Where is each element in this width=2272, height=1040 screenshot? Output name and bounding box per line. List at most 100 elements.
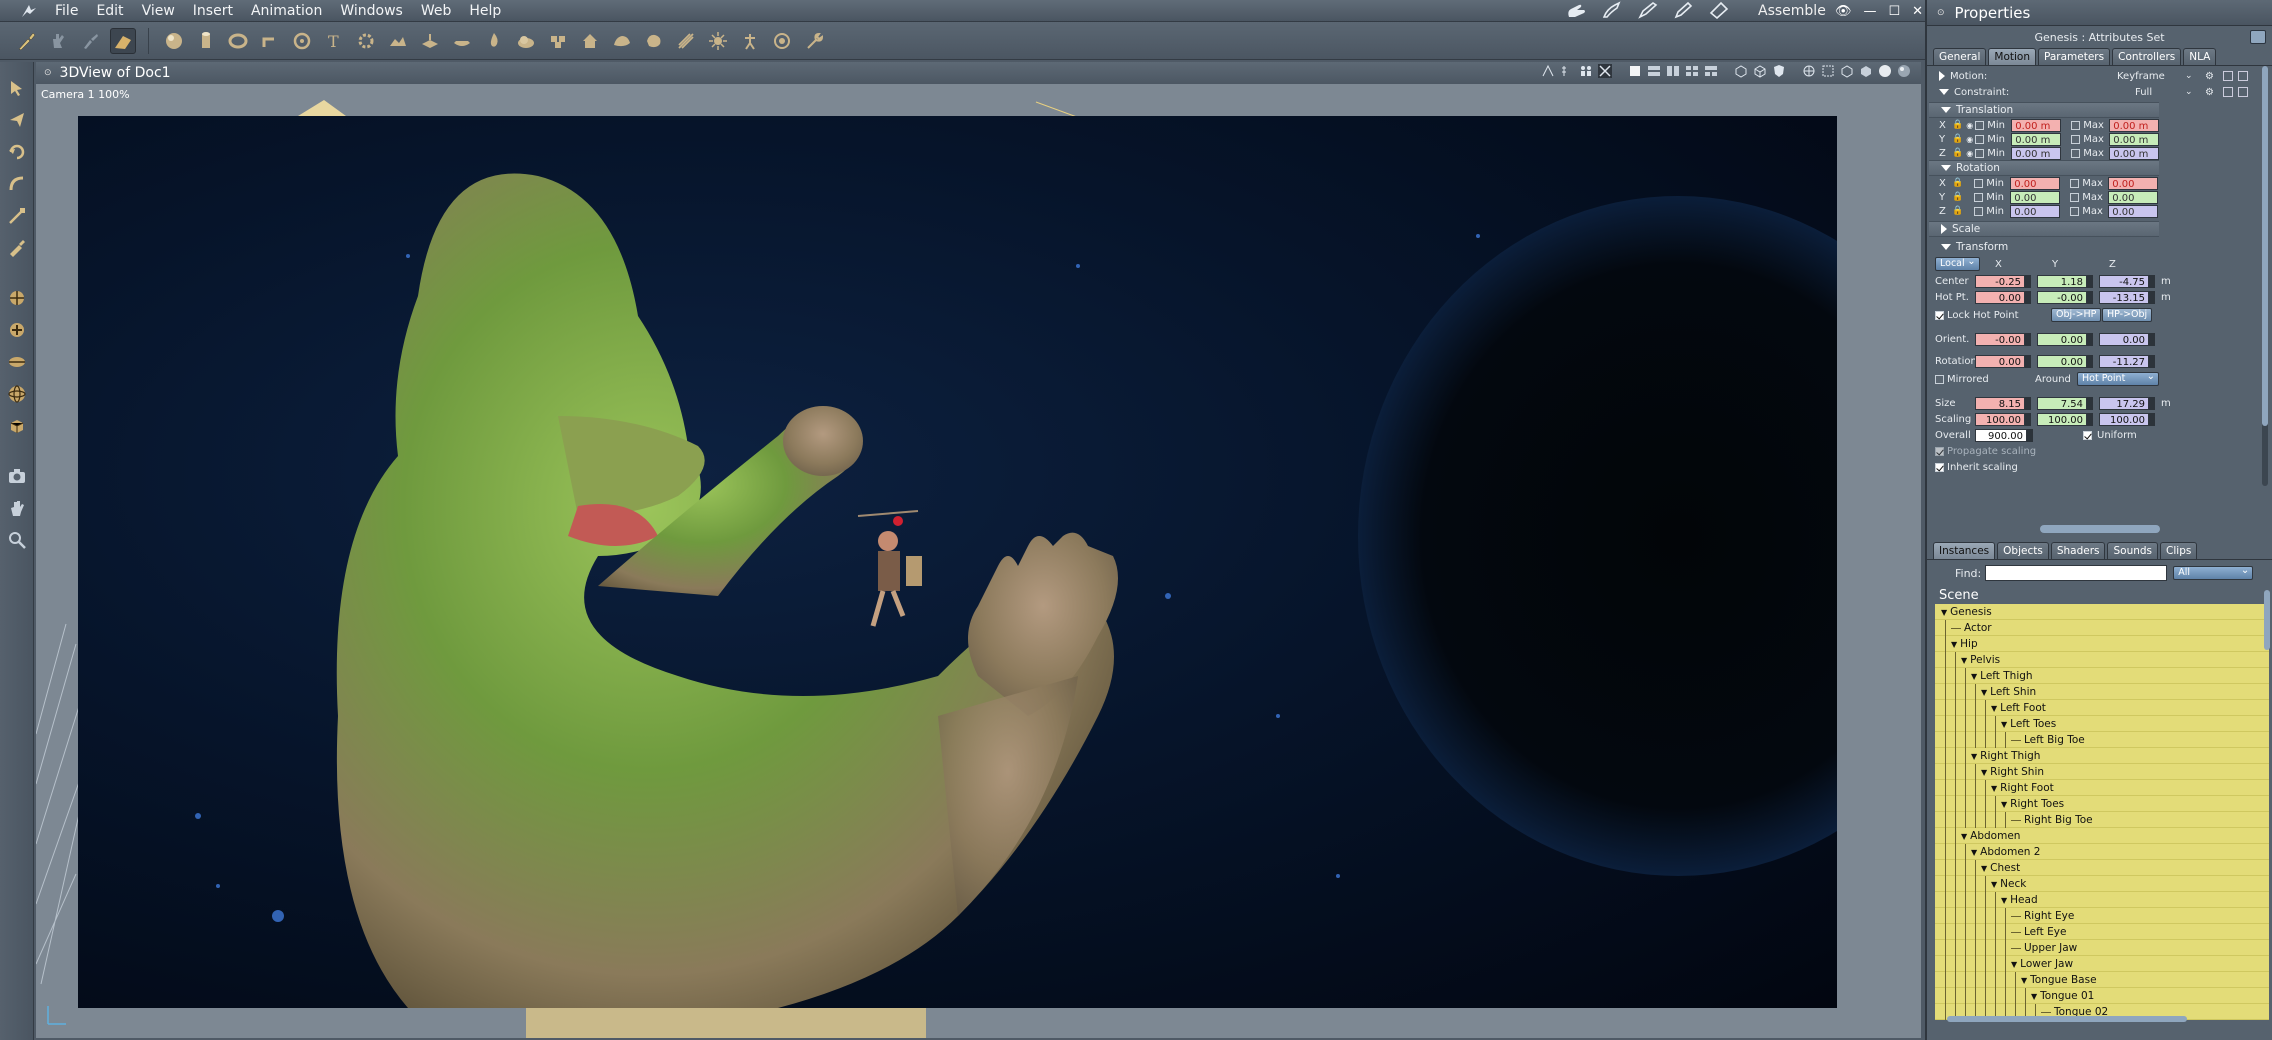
spinner[interactable] (2087, 290, 2093, 304)
eye-toggle-icon[interactable]: ◉ (1966, 149, 1973, 158)
splitter-handle[interactable] (2039, 525, 2160, 533)
cube-view-icon[interactable] (3, 412, 31, 440)
constraint-copy-icon[interactable] (2223, 87, 2233, 97)
motion-dropdown-icon[interactable]: ⌄ (2185, 71, 2193, 81)
move-xy-icon[interactable] (3, 284, 31, 312)
translation-section[interactable]: Translation (1929, 102, 2159, 118)
ring-icon[interactable] (289, 28, 315, 54)
maximize-icon[interactable]: ☐ (1889, 4, 1901, 19)
metaball-icon[interactable] (641, 28, 667, 54)
scaling-y-field[interactable]: 100.00 (2037, 412, 2087, 426)
cloud-icon[interactable] (513, 28, 539, 54)
tab-parameters[interactable]: Parameters (2038, 48, 2111, 65)
brush-icon[interactable] (1601, 0, 1623, 22)
menu-help[interactable]: Help (460, 0, 510, 22)
size-x-field[interactable]: 8.15 (1975, 396, 2025, 410)
text-icon[interactable]: T (321, 28, 347, 54)
motion-copy-icon[interactable] (2223, 71, 2233, 81)
grab-hand-icon[interactable] (46, 28, 72, 54)
tree-item[interactable]: ▼ Left Foot (1935, 700, 2269, 716)
menu-web[interactable]: Web (412, 0, 461, 22)
close-dot-icon[interactable]: ⊙ (44, 68, 52, 78)
spinner[interactable] (2149, 290, 2155, 304)
app-logo-icon[interactable] (18, 0, 40, 22)
scale-section[interactable]: Scale (1929, 221, 2159, 237)
tree-item[interactable]: ▼ Right Foot (1935, 780, 2269, 796)
hotpt-z-field[interactable]: -13.15 (2099, 290, 2149, 304)
tree-item[interactable]: ▼ Right Shin (1935, 764, 2269, 780)
center-x-field[interactable]: -0.25 (1975, 274, 2025, 288)
tree-item[interactable]: ▼ Genesis (1935, 604, 2269, 620)
move-yz-icon[interactable] (3, 348, 31, 376)
spinner[interactable] (2025, 332, 2031, 346)
perspective-icon[interactable] (1802, 64, 1816, 78)
tree-item[interactable]: ▼ Hip (1935, 636, 2269, 652)
find-input[interactable] (1985, 565, 2168, 581)
tree-item[interactable]: Right Big Toe (1935, 812, 2269, 828)
motion-value[interactable]: Keyframe (2117, 71, 2165, 82)
close-icon[interactable]: ✕ (1912, 4, 1923, 19)
tree-expand-icon[interactable]: ▼ (1981, 864, 1987, 873)
close-dot-icon[interactable]: ⊙ (1937, 8, 1945, 18)
target-icon[interactable] (769, 28, 795, 54)
move-arrow-icon[interactable] (3, 106, 31, 134)
tree-item[interactable]: Actor (1935, 620, 2269, 636)
tab-nla[interactable]: NLA (2183, 48, 2217, 65)
hair-icon[interactable] (673, 28, 699, 54)
gear-icon[interactable] (353, 28, 379, 54)
tree-item[interactable]: ▼ Left Thigh (1935, 668, 2269, 684)
cylinder-icon[interactable] (193, 28, 219, 54)
shield-mode-icon[interactable] (1772, 64, 1786, 78)
tree-expand-icon[interactable]: ▼ (1961, 832, 1967, 841)
plane-icon[interactable] (417, 28, 443, 54)
transform-section[interactable]: Transform (1929, 239, 2259, 255)
flame-icon[interactable] (481, 28, 507, 54)
min-checkbox[interactable] (1975, 120, 1985, 130)
min-checkbox[interactable] (1975, 134, 1985, 144)
particle-icon[interactable] (705, 28, 731, 54)
hand-icon[interactable] (1565, 1, 1587, 22)
max-field[interactable]: 0.00 (2108, 190, 2159, 204)
trackball-icon[interactable] (3, 380, 31, 408)
skeleton-icon[interactable] (737, 28, 763, 54)
tree-item[interactable]: Upper Jaw (1935, 940, 2269, 956)
lock-icon[interactable]: 🔒 (1952, 148, 1963, 158)
rotate-icon[interactable] (3, 138, 31, 166)
boat-icon[interactable] (449, 28, 475, 54)
spinner[interactable] (2087, 412, 2093, 426)
max-field[interactable]: 0.00 m (2109, 132, 2160, 146)
tab-instances[interactable]: Instances (1933, 542, 1996, 559)
tree-expand-icon[interactable]: ▼ (1991, 784, 1997, 793)
uniform-checkbox[interactable] (2083, 430, 2092, 440)
lock-icon[interactable]: 🔒 (1952, 120, 1963, 130)
lock-icon[interactable]: 🔒 (1952, 192, 1963, 202)
torus-icon[interactable] (225, 28, 251, 54)
minimize-icon[interactable]: — (1864, 4, 1877, 19)
lock-icon[interactable]: 🔒 (1952, 206, 1963, 216)
tree-expand-icon[interactable]: ▼ (1961, 656, 1967, 665)
min-field[interactable]: 0.00 (2010, 176, 2061, 190)
spinner[interactable] (2149, 332, 2155, 346)
layout-split-h-icon[interactable] (1647, 64, 1661, 78)
grid-snap-icon[interactable] (1541, 64, 1555, 78)
paint-brush-icon[interactable] (14, 28, 40, 54)
tree-expand-icon[interactable]: ▼ (1941, 608, 1947, 617)
max-field[interactable]: 0.00 (2108, 176, 2159, 190)
max-field[interactable]: 0.00 (2108, 204, 2159, 218)
menu-insert[interactable]: Insert (184, 0, 242, 22)
min-checkbox[interactable] (1974, 206, 1984, 216)
scaling-x-field[interactable]: 100.00 (1975, 412, 2025, 426)
wireframe-mode-icon[interactable] (1753, 64, 1767, 78)
constraint-value[interactable]: Full (2135, 87, 2152, 98)
spinner[interactable] (2149, 396, 2155, 410)
tree-expand-icon[interactable]: ▼ (1971, 672, 1977, 681)
max-checkbox[interactable] (2071, 148, 2081, 158)
sphere-icon[interactable] (161, 28, 187, 54)
spinner[interactable] (2025, 354, 2031, 368)
properties-scrollbar-thumb[interactable] (2262, 66, 2268, 426)
constraint-dropdown-icon[interactable]: ⌄ (2185, 87, 2193, 97)
tab-sounds[interactable]: Sounds (2107, 542, 2159, 559)
tab-general[interactable]: General (1933, 48, 1987, 65)
menu-file[interactable]: File (46, 0, 87, 22)
max-field[interactable]: 0.00 m (2109, 118, 2160, 132)
